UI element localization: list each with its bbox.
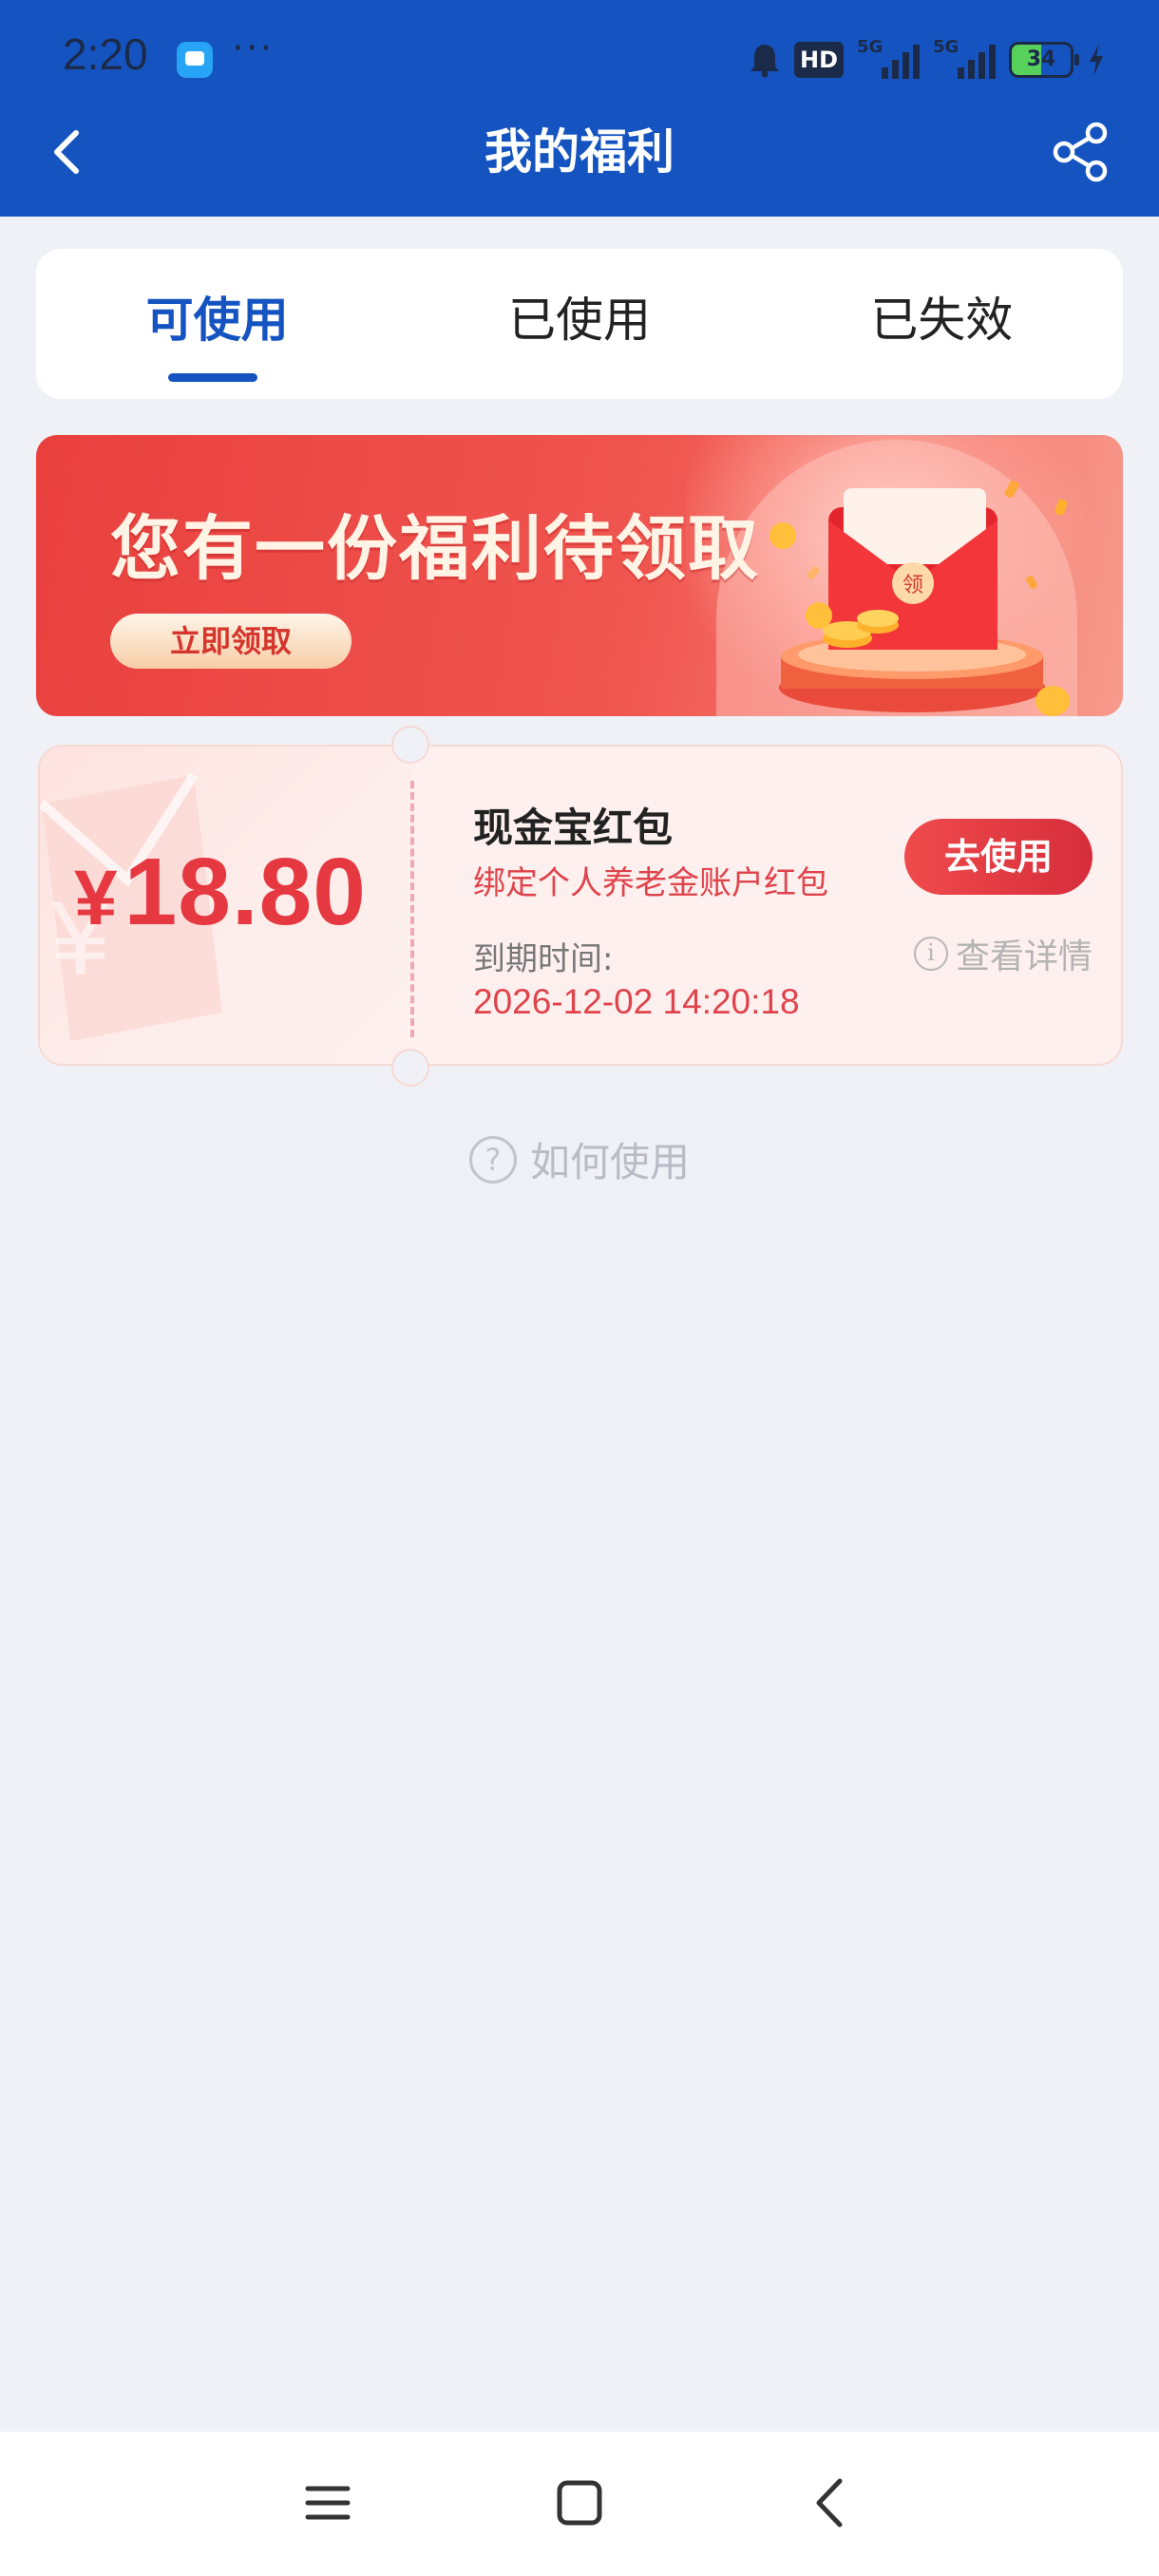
view-details-label: 查看详情 — [955, 938, 1092, 976]
hd-voice-icon: HD — [793, 42, 844, 78]
expiry-label: 到期时间: — [473, 940, 614, 978]
tab-available-label: 可使用 — [145, 293, 289, 348]
signal-sim1-icon: 5G — [857, 37, 920, 79]
sim2-network-label: 5G — [933, 37, 960, 57]
red-envelope-illustration: 领 — [770, 480, 1070, 716]
home-square-icon — [557, 2480, 602, 2526]
tab-expired[interactable]: 已失效 — [761, 249, 1123, 399]
expiry-value: 2026-12-02 14:20:18 — [473, 982, 800, 1021]
system-back-button[interactable] — [798, 2470, 864, 2536]
how-to-use-link[interactable]: ? 如何使用 — [0, 1130, 1159, 1188]
use-coupon-button[interactable]: 去使用 — [904, 819, 1092, 895]
status-more: ··· — [232, 27, 275, 70]
coupon-notch-bottom — [391, 1049, 429, 1087]
charging-icon — [1087, 42, 1106, 78]
status-icons: HD 5G 5G 34 — [749, 37, 1106, 82]
coupon-name: 现金宝红包 — [473, 805, 674, 851]
back-arrow-icon — [816, 2478, 843, 2528]
menu-button[interactable] — [294, 2470, 361, 2536]
info-icon: i — [913, 937, 948, 971]
share-icon — [1053, 122, 1108, 182]
coupon-amount-panel: ¥ ¥18.80 — [40, 747, 412, 1064]
header: 2:20 ··· HD 5G 5G 34 我的福利 — [0, 0, 1159, 217]
system-nav-bar — [0, 2432, 1159, 2576]
question-icon: ? — [468, 1135, 517, 1184]
tab-used[interactable]: 已使用 — [398, 249, 760, 399]
status-time: 2:20 — [63, 29, 148, 79]
coupon-card: ¥ ¥18.80 现金宝红包 绑定个人养老金账户红包 到期时间: 2026-12… — [38, 745, 1123, 1066]
status-bar: 2:20 ··· HD 5G 5G 34 — [0, 0, 1159, 114]
tab-active-indicator — [167, 373, 257, 382]
tab-expired-label: 已失效 — [870, 293, 1014, 348]
sim1-network-label: 5G — [857, 37, 884, 57]
coupon-amount: ¥18.80 — [74, 838, 367, 947]
home-button[interactable] — [546, 2470, 613, 2536]
tab-used-label: 已使用 — [507, 293, 651, 348]
currency-symbol: ¥ — [74, 855, 119, 941]
notification-bell-icon — [749, 42, 781, 78]
how-to-use-label: 如何使用 — [529, 1139, 690, 1185]
battery-icon: 34 — [1009, 42, 1079, 78]
tab-bar: 可使用 已使用 已失效 — [36, 249, 1123, 399]
envelope-seal-text: 领 — [902, 574, 923, 597]
tab-available[interactable]: 可使用 — [36, 249, 398, 399]
menu-icon — [305, 2486, 351, 2520]
coupon-amount-value: 18.80 — [124, 839, 367, 945]
coupon-description: 绑定个人养老金账户红包 — [473, 864, 828, 902]
share-button[interactable] — [1043, 114, 1119, 190]
promo-banner[interactable]: 您有一份福利待领取 立即领取 领 — [36, 435, 1123, 716]
claim-now-button[interactable]: 立即领取 — [110, 614, 352, 669]
banner-title: 您有一份福利待领取 — [110, 508, 760, 590]
coupon-divider — [410, 781, 414, 1037]
page-title: 我的福利 — [484, 124, 674, 180]
signal-sim2-icon: 5G — [933, 37, 996, 79]
coupon-notch-top — [391, 726, 429, 764]
message-app-icon — [177, 42, 213, 78]
view-details-link[interactable]: i 查看详情 — [913, 929, 1092, 978]
